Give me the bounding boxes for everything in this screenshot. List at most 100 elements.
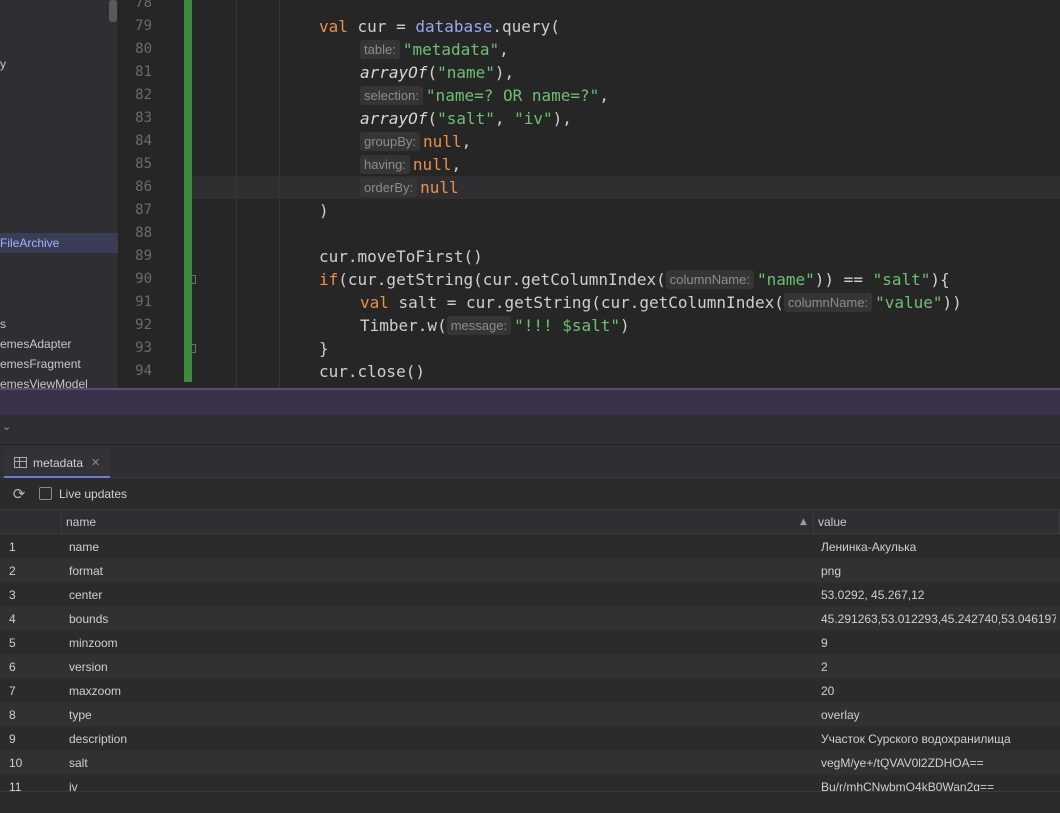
line-number: 91 <box>135 294 152 310</box>
code-token: ){ <box>930 270 950 289</box>
table-icon <box>14 457 27 468</box>
cell-name[interactable]: salt <box>69 751 809 775</box>
cell-value[interactable]: 20 <box>821 679 1056 703</box>
table-footer <box>0 791 1060 813</box>
line-number: 83 <box>135 110 152 126</box>
code-editor[interactable]: y FileArchive s emesAdapter emesFragment… <box>0 0 1060 388</box>
code-token: "salt" <box>872 270 931 289</box>
code-token: "value" <box>875 293 943 312</box>
vcs-change-marker[interactable] <box>184 0 192 382</box>
code-token: arrayOf <box>360 63 428 82</box>
code-token: "name" <box>756 270 815 289</box>
code-token: ), <box>494 63 515 82</box>
table-row[interactable]: 7 maxzoom 20 <box>0 679 1060 703</box>
cell-name[interactable]: type <box>69 703 809 727</box>
row-index: 2 <box>9 564 16 578</box>
cell-value[interactable]: png <box>821 559 1056 583</box>
code-token: "metadata" <box>402 40 500 59</box>
column-header-value[interactable]: value <box>814 510 1060 534</box>
code-token: "!!! $salt" <box>514 316 621 335</box>
line-number: 78 <box>135 0 152 11</box>
live-updates-label: Live updates <box>59 486 128 501</box>
cell-value[interactable]: overlay <box>821 703 1056 727</box>
project-scrollbar[interactable] <box>109 0 117 22</box>
code-line-94: cur.close() <box>319 362 425 381</box>
code-line-89: cur.moveToFirst() <box>319 247 483 266</box>
cell-value[interactable]: 9 <box>821 631 1056 655</box>
code-line-83: arrayOf("salt", "iv"), <box>360 107 572 130</box>
code-token: database <box>415 17 493 36</box>
cell-name[interactable]: description <box>69 727 809 751</box>
code-token: Timber.w( <box>360 316 447 335</box>
close-icon[interactable]: ✕ <box>91 456 100 469</box>
code-line-79: val cur = database.query( <box>319 15 560 38</box>
line-number: 80 <box>135 41 152 57</box>
code-token: , <box>451 155 462 174</box>
row-index: 3 <box>9 588 16 602</box>
line-number: 89 <box>135 248 152 264</box>
project-item[interactable]: emesAdapter <box>0 334 71 354</box>
database-inspector: metadata ✕ ⟳ Live updates name ▲ value 1… <box>0 445 1060 813</box>
cell-name[interactable]: name <box>69 535 809 559</box>
line-number: 82 <box>135 87 152 103</box>
code-line-80: table: "metadata", <box>360 38 509 61</box>
code-token: salt = cur.getString(cur.getColumnIndex( <box>388 293 784 312</box>
cell-name[interactable]: bounds <box>69 607 809 631</box>
code-token: , <box>494 109 515 128</box>
refresh-icon[interactable]: ⟳ <box>10 485 28 503</box>
table-row[interactable]: 2 format png <box>0 559 1060 583</box>
line-number: 86 <box>135 179 152 195</box>
sort-icon[interactable]: ▲ <box>800 510 810 534</box>
cell-value[interactable]: Участок Сурского водохранилища <box>821 727 1056 751</box>
panel-splitter[interactable] <box>0 388 1060 415</box>
param-hint: groupBy: <box>360 132 421 151</box>
cell-name[interactable]: minzoom <box>69 631 809 655</box>
code-token: null <box>420 178 459 197</box>
table-row[interactable]: 1 name Ленинка-Акулька <box>0 535 1060 559</box>
table-row[interactable]: 6 version 2 <box>0 655 1060 679</box>
code-token: )) == <box>814 270 873 289</box>
cell-value[interactable]: vegM/ye+/tQVAV0l2ZDHOA== <box>821 751 1056 775</box>
column-header-name[interactable]: name <box>62 510 814 534</box>
tab-metadata[interactable]: metadata ✕ <box>4 449 111 478</box>
chevron-down-icon[interactable]: ⌄ <box>2 420 16 434</box>
line-number: 94 <box>135 363 152 379</box>
cell-name[interactable]: format <box>69 559 809 583</box>
code-line-86: orderBy: null <box>360 176 459 199</box>
code-token: , <box>499 40 509 59</box>
project-panel[interactable]: y FileArchive s emesAdapter emesFragment… <box>0 0 119 388</box>
cell-name[interactable]: maxzoom <box>69 679 809 703</box>
code-token: , <box>461 132 472 151</box>
table-row[interactable]: 10 salt vegM/ye+/tQVAV0l2ZDHOA== <box>0 751 1060 775</box>
table-row[interactable]: 8 type overlay <box>0 703 1060 727</box>
line-number: 87 <box>135 202 152 218</box>
cell-value[interactable]: Ленинка-Акулька <box>821 535 1056 559</box>
cell-name[interactable]: center <box>69 583 809 607</box>
code-token: if <box>319 270 339 289</box>
line-number: 84 <box>135 133 152 149</box>
project-item[interactable]: s <box>0 314 6 334</box>
code-line-93: } <box>319 339 329 358</box>
code-token: (cur.getString(cur.getColumnIndex( <box>338 270 666 289</box>
indent-guide <box>236 0 237 388</box>
code-line-92: Timber.w(message: "!!! $salt") <box>360 314 630 337</box>
code-token: ), <box>552 109 572 128</box>
project-item[interactable]: y <box>0 54 6 74</box>
project-item-selected[interactable]: FileArchive <box>0 233 118 253</box>
code-token: val <box>319 17 348 36</box>
cell-value[interactable]: 53.0292, 45.267,12 <box>821 583 1056 607</box>
code-token: val <box>360 293 389 312</box>
code-token: "salt" <box>437 109 495 128</box>
table-row[interactable]: 4 bounds 45.291263,53.012293,45.242740,53.… <box>0 607 1060 631</box>
table-row[interactable]: 9 description Участок Сурского водохранили… <box>0 727 1060 751</box>
table-row[interactable]: 3 center 53.0292, 45.267,12 <box>0 583 1060 607</box>
project-item[interactable]: emesFragment <box>0 354 81 374</box>
indent-guide <box>279 0 280 388</box>
cell-value[interactable]: 2 <box>821 655 1056 679</box>
project-item[interactable]: emesViewModel <box>0 374 88 388</box>
code-area[interactable]: val cur = database.query( table: "metadat… <box>192 0 1060 388</box>
cell-name[interactable]: version <box>69 655 809 679</box>
live-updates-checkbox[interactable] <box>39 487 52 500</box>
cell-value[interactable]: 45.291263,53.012293,45.242740,53.046197 <box>821 607 1056 631</box>
table-row[interactable]: 5 minzoom 9 <box>0 631 1060 655</box>
